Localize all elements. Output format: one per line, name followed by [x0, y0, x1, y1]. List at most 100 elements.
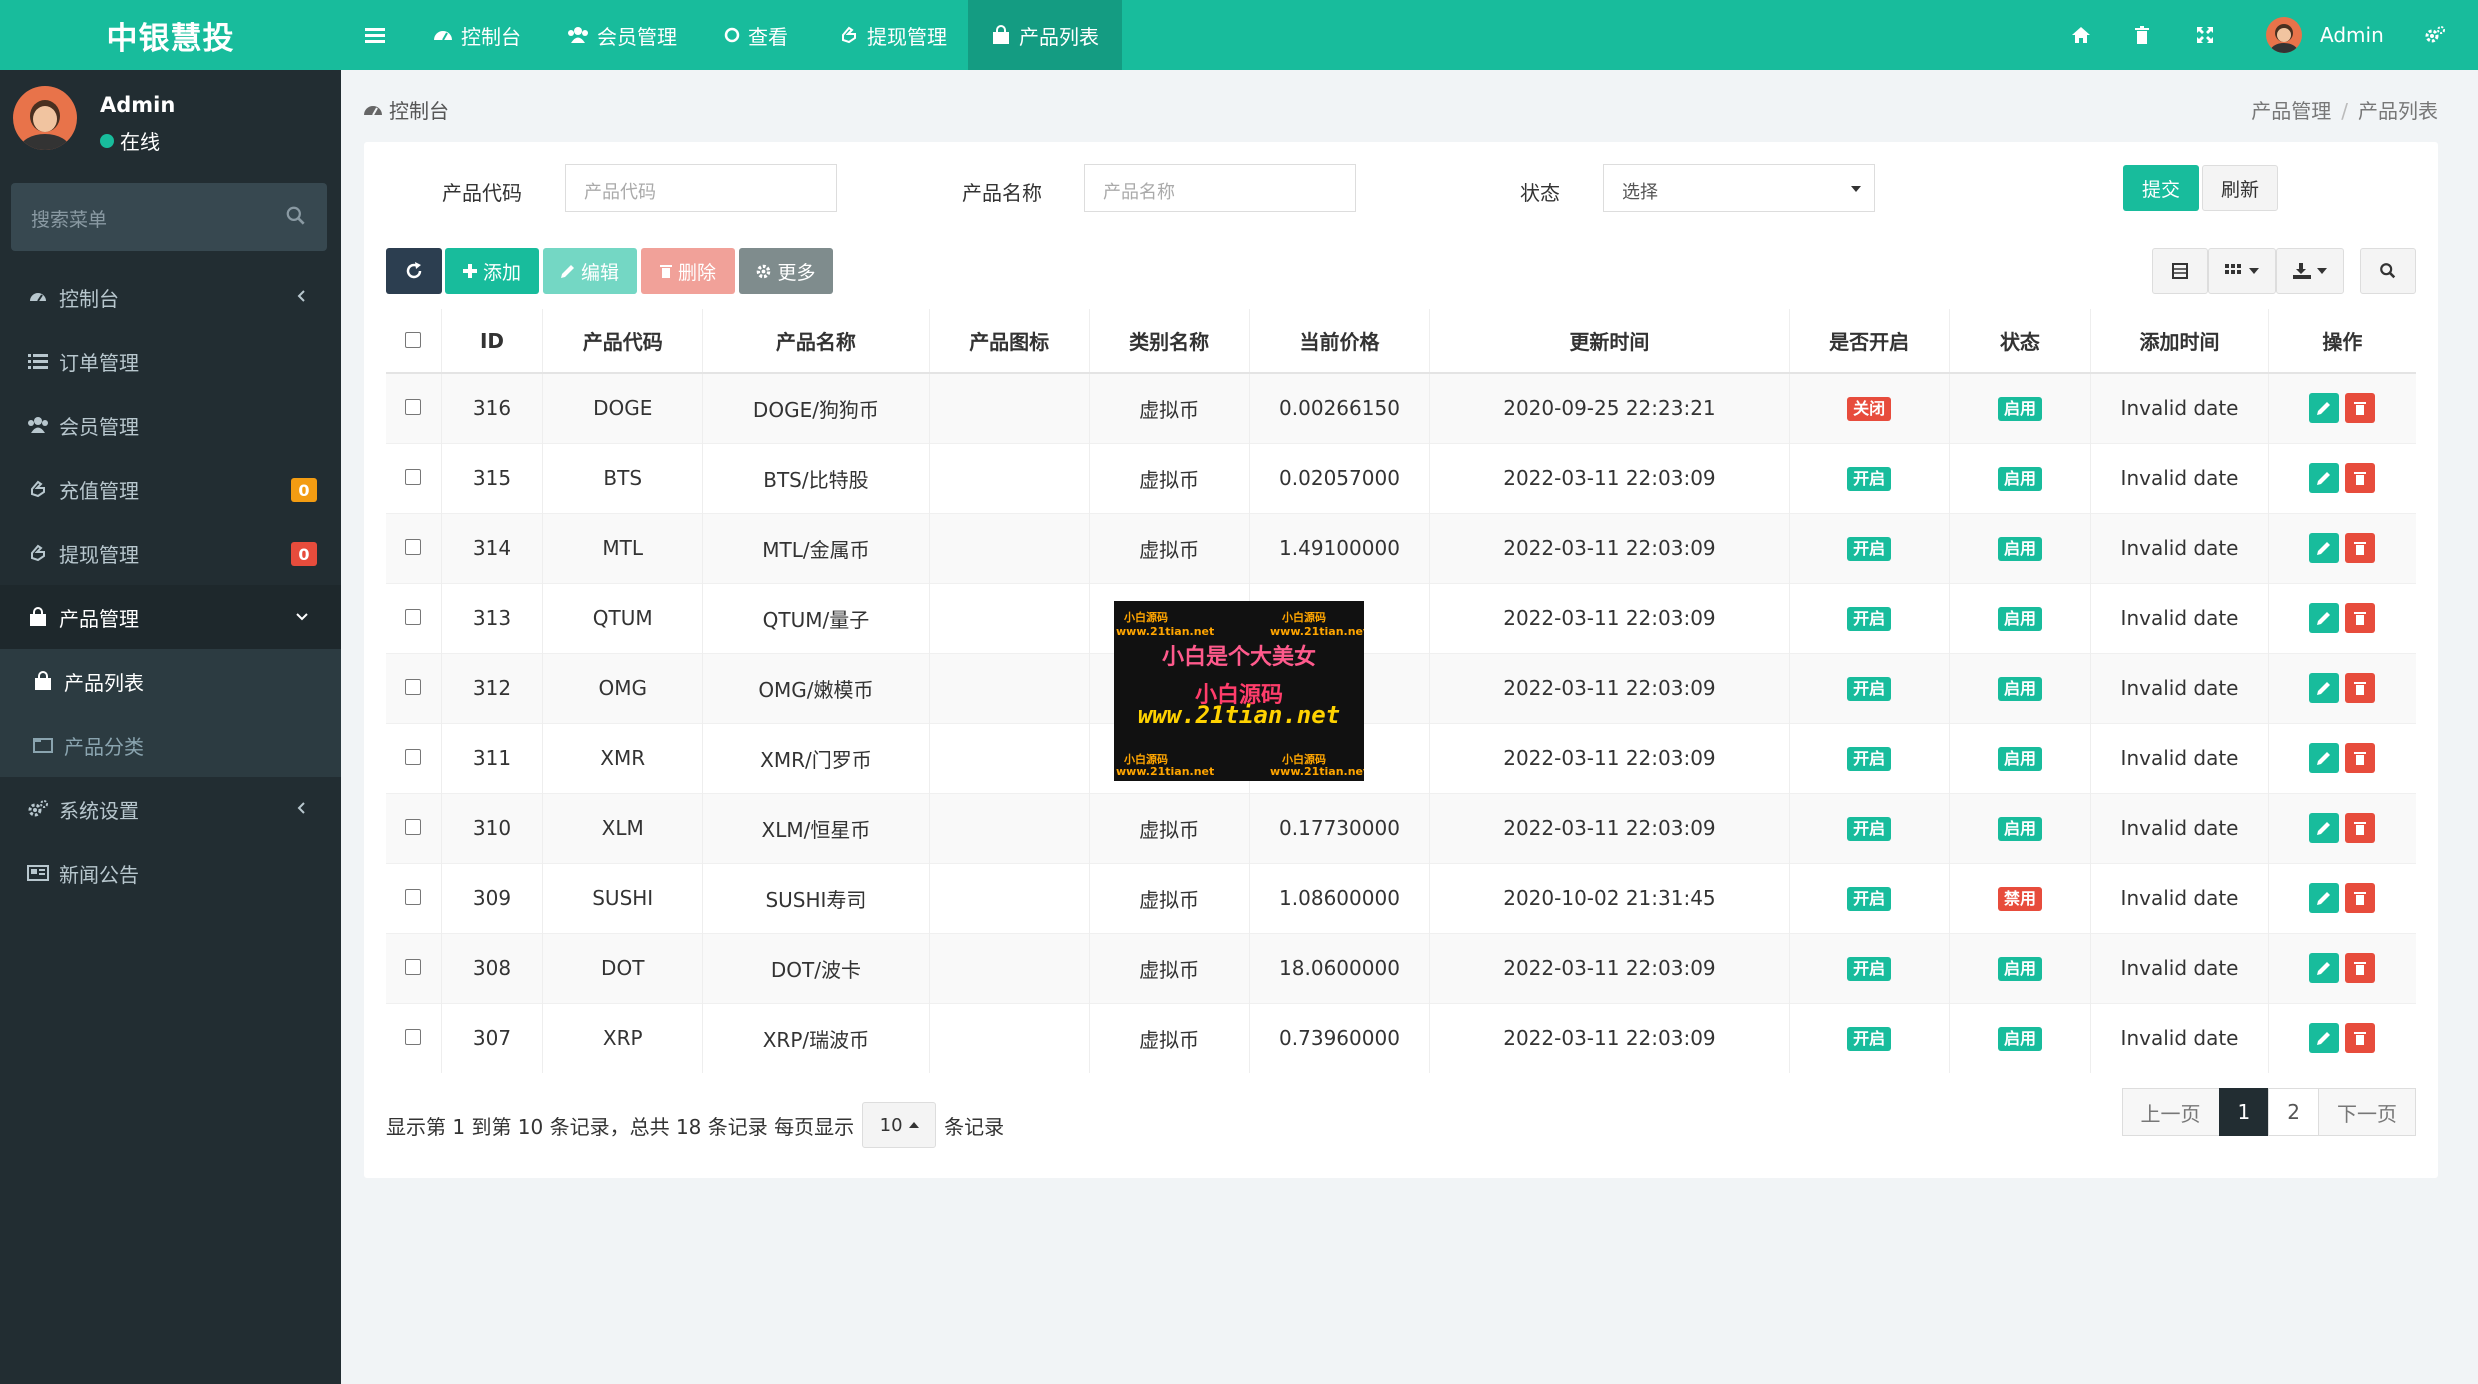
enabled-toggle-badge[interactable]: 开启 — [1847, 607, 1892, 631]
fullscreen-button[interactable] — [2196, 0, 2214, 70]
row-delete-button[interactable] — [2345, 533, 2376, 563]
row-delete-button[interactable] — [2345, 673, 2376, 703]
search-icon[interactable] — [285, 205, 307, 227]
sidebar-item-withdraw[interactable]: 提现管理 0 — [0, 521, 341, 585]
sidebar-item-dashboard[interactable]: 控制台 — [0, 265, 341, 329]
status-badge[interactable]: 启用 — [1997, 1027, 2042, 1052]
row-checkbox[interactable] — [405, 959, 422, 975]
row-edit-button[interactable] — [2309, 393, 2340, 424]
page-button[interactable]: 2 — [2268, 1088, 2319, 1136]
status-badge[interactable]: 启用 — [1997, 397, 2042, 422]
enabled-toggle-badge[interactable]: 开启 — [1847, 747, 1892, 771]
status-badge[interactable]: 启用 — [1997, 607, 2042, 631]
column-header[interactable]: 添加时间 — [2090, 309, 2269, 374]
enabled-toggle-badge[interactable]: 开启 — [1847, 887, 1892, 911]
enabled-toggle-badge[interactable]: 开启 — [1847, 467, 1892, 491]
table-row[interactable]: 315 BTS BTS/比特股 虚拟币 0.02057000 2022-03-11 22:… — [386, 442, 2416, 513]
table-row[interactable]: 314 MTL MTL/金属币 虚拟币 1.49100000 2022-03-11 22:… — [386, 512, 2416, 583]
sidebar-item-product-list[interactable]: 产品列表 — [0, 649, 341, 713]
refresh-button[interactable] — [386, 248, 442, 294]
column-header[interactable]: 是否开启 — [1788, 309, 1950, 374]
row-checkbox[interactable] — [405, 539, 422, 555]
row-edit-button[interactable] — [2309, 673, 2340, 703]
row-delete-button[interactable] — [2345, 883, 2376, 913]
row-edit-button[interactable] — [2309, 1023, 2340, 1054]
row-checkbox[interactable] — [405, 609, 422, 625]
sidebar-search-input[interactable]: 搜索菜单 — [11, 183, 327, 251]
reset-button[interactable]: 刷新 — [2202, 165, 2278, 211]
enabled-toggle-badge[interactable]: 开启 — [1847, 537, 1892, 561]
row-checkbox[interactable] — [405, 1029, 422, 1046]
tab-members[interactable]: 会员管理 — [567, 0, 677, 70]
row-delete-button[interactable] — [2345, 603, 2376, 633]
row-delete-button[interactable] — [2345, 813, 2376, 843]
card-view-button[interactable] — [2152, 248, 2208, 294]
column-header[interactable]: 产品图标 — [928, 309, 1090, 374]
sidebar-item-settings[interactable]: 系统设置 — [0, 777, 341, 841]
row-edit-button[interactable] — [2309, 883, 2340, 913]
delete-button[interactable]: 删除 — [641, 248, 735, 294]
row-checkbox[interactable] — [405, 749, 422, 765]
sidebar-item-orders[interactable]: 订单管理 — [0, 329, 341, 393]
enabled-toggle-badge[interactable]: 开启 — [1847, 677, 1892, 701]
sidebar-item-products[interactable]: 产品管理 — [0, 585, 341, 649]
row-checkbox[interactable] — [405, 469, 422, 485]
row-edit-button[interactable] — [2309, 813, 2340, 843]
table-row[interactable]: 316 DOGE DOGE/狗狗币 虚拟币 0.00266150 2020-09-25 2… — [386, 372, 2416, 443]
enabled-toggle-badge[interactable]: 关闭 — [1847, 397, 1892, 422]
row-edit-button[interactable] — [2309, 463, 2340, 493]
column-header[interactable]: 产品名称 — [702, 309, 930, 374]
next-page-button[interactable]: 下一页 — [2318, 1088, 2416, 1136]
table-row[interactable]: 307 XRP XRP/瑞波币 虚拟币 0.73960000 2022-03-11 22:… — [386, 1002, 2416, 1073]
column-header[interactable]: 产品代码 — [542, 309, 703, 374]
row-checkbox[interactable] — [405, 679, 422, 695]
status-badge[interactable]: 禁用 — [1997, 887, 2042, 911]
row-edit-button[interactable] — [2309, 743, 2340, 773]
status-badge[interactable]: 启用 — [1997, 747, 2042, 771]
sidebar-item-product-category[interactable]: 产品分类 — [0, 713, 341, 777]
clear-cache-button[interactable] — [2134, 0, 2150, 70]
add-button[interactable]: 添加 — [445, 248, 539, 294]
row-checkbox[interactable] — [405, 399, 422, 416]
app-logo[interactable]: 中银慧投 — [0, 0, 341, 70]
table-row[interactable]: 308 DOT DOT/波卡 虚拟币 18.0600000 2022-03-11 22:0… — [386, 932, 2416, 1003]
more-button[interactable]: 更多 — [739, 248, 833, 294]
row-delete-button[interactable] — [2345, 1023, 2376, 1054]
table-row[interactable]: 313QTUMQTUM/量子00002022-03-11 22:03:09开启启… — [386, 582, 2416, 653]
row-edit-button[interactable] — [2309, 533, 2340, 563]
column-header[interactable]: ID — [440, 309, 543, 374]
status-badge[interactable]: 启用 — [1997, 677, 2042, 701]
tab-dashboard[interactable]: 控制台 — [433, 0, 521, 70]
sidebar-item-recharge[interactable]: 充值管理 0 — [0, 457, 341, 521]
column-header[interactable]: 类别名称 — [1088, 309, 1250, 374]
filter-code-input[interactable]: 产品代码 — [565, 164, 837, 212]
table-row[interactable]: 311XMRXMR/门罗币00002022-03-11 22:03:09开启启用… — [386, 722, 2416, 793]
tab-view[interactable]: 查看 — [724, 0, 788, 70]
prev-page-button[interactable]: 上一页 — [2121, 1088, 2220, 1136]
row-checkbox[interactable] — [405, 819, 422, 835]
status-badge[interactable]: 启用 — [1997, 467, 2042, 491]
control-sidebar-button[interactable] — [2424, 0, 2446, 70]
column-header[interactable]: 状态 — [1948, 309, 2091, 374]
columns-toggle-button[interactable] — [2208, 248, 2276, 294]
filter-status-select[interactable]: 选择 — [1603, 164, 1875, 212]
export-button[interactable] — [2276, 248, 2344, 294]
row-delete-button[interactable] — [2345, 393, 2376, 424]
filter-name-input[interactable]: 产品名称 — [1084, 164, 1356, 212]
table-row[interactable]: 310 XLM XLM/恒星币 虚拟币 0.17730000 2022-03-11 22:… — [386, 792, 2416, 863]
enabled-toggle-badge[interactable]: 开启 — [1847, 817, 1892, 841]
table-row[interactable]: 312OMGOMG/嫩模币00002022-03-11 22:03:09开启启用… — [386, 652, 2416, 723]
table-row[interactable]: 309 SUSHI SUSHI寿司 虚拟币 1.08600000 2020-10-02 2… — [386, 862, 2416, 933]
home-button[interactable] — [2071, 0, 2091, 70]
column-header[interactable]: 更新时间 — [1429, 309, 1790, 374]
row-checkbox[interactable] — [405, 889, 422, 905]
edit-button[interactable]: 编辑 — [543, 248, 637, 294]
tab-product-list[interactable]: 产品列表 — [968, 0, 1122, 70]
submit-button[interactable]: 提交 — [2123, 165, 2199, 211]
search-toggle-button[interactable] — [2360, 248, 2416, 294]
select-all-checkbox[interactable] — [405, 331, 422, 348]
column-header[interactable]: 当前价格 — [1248, 309, 1430, 374]
row-edit-button[interactable] — [2309, 603, 2340, 633]
sidebar-toggle-button[interactable] — [365, 0, 385, 70]
user-menu[interactable]: Admin — [2266, 0, 2384, 70]
